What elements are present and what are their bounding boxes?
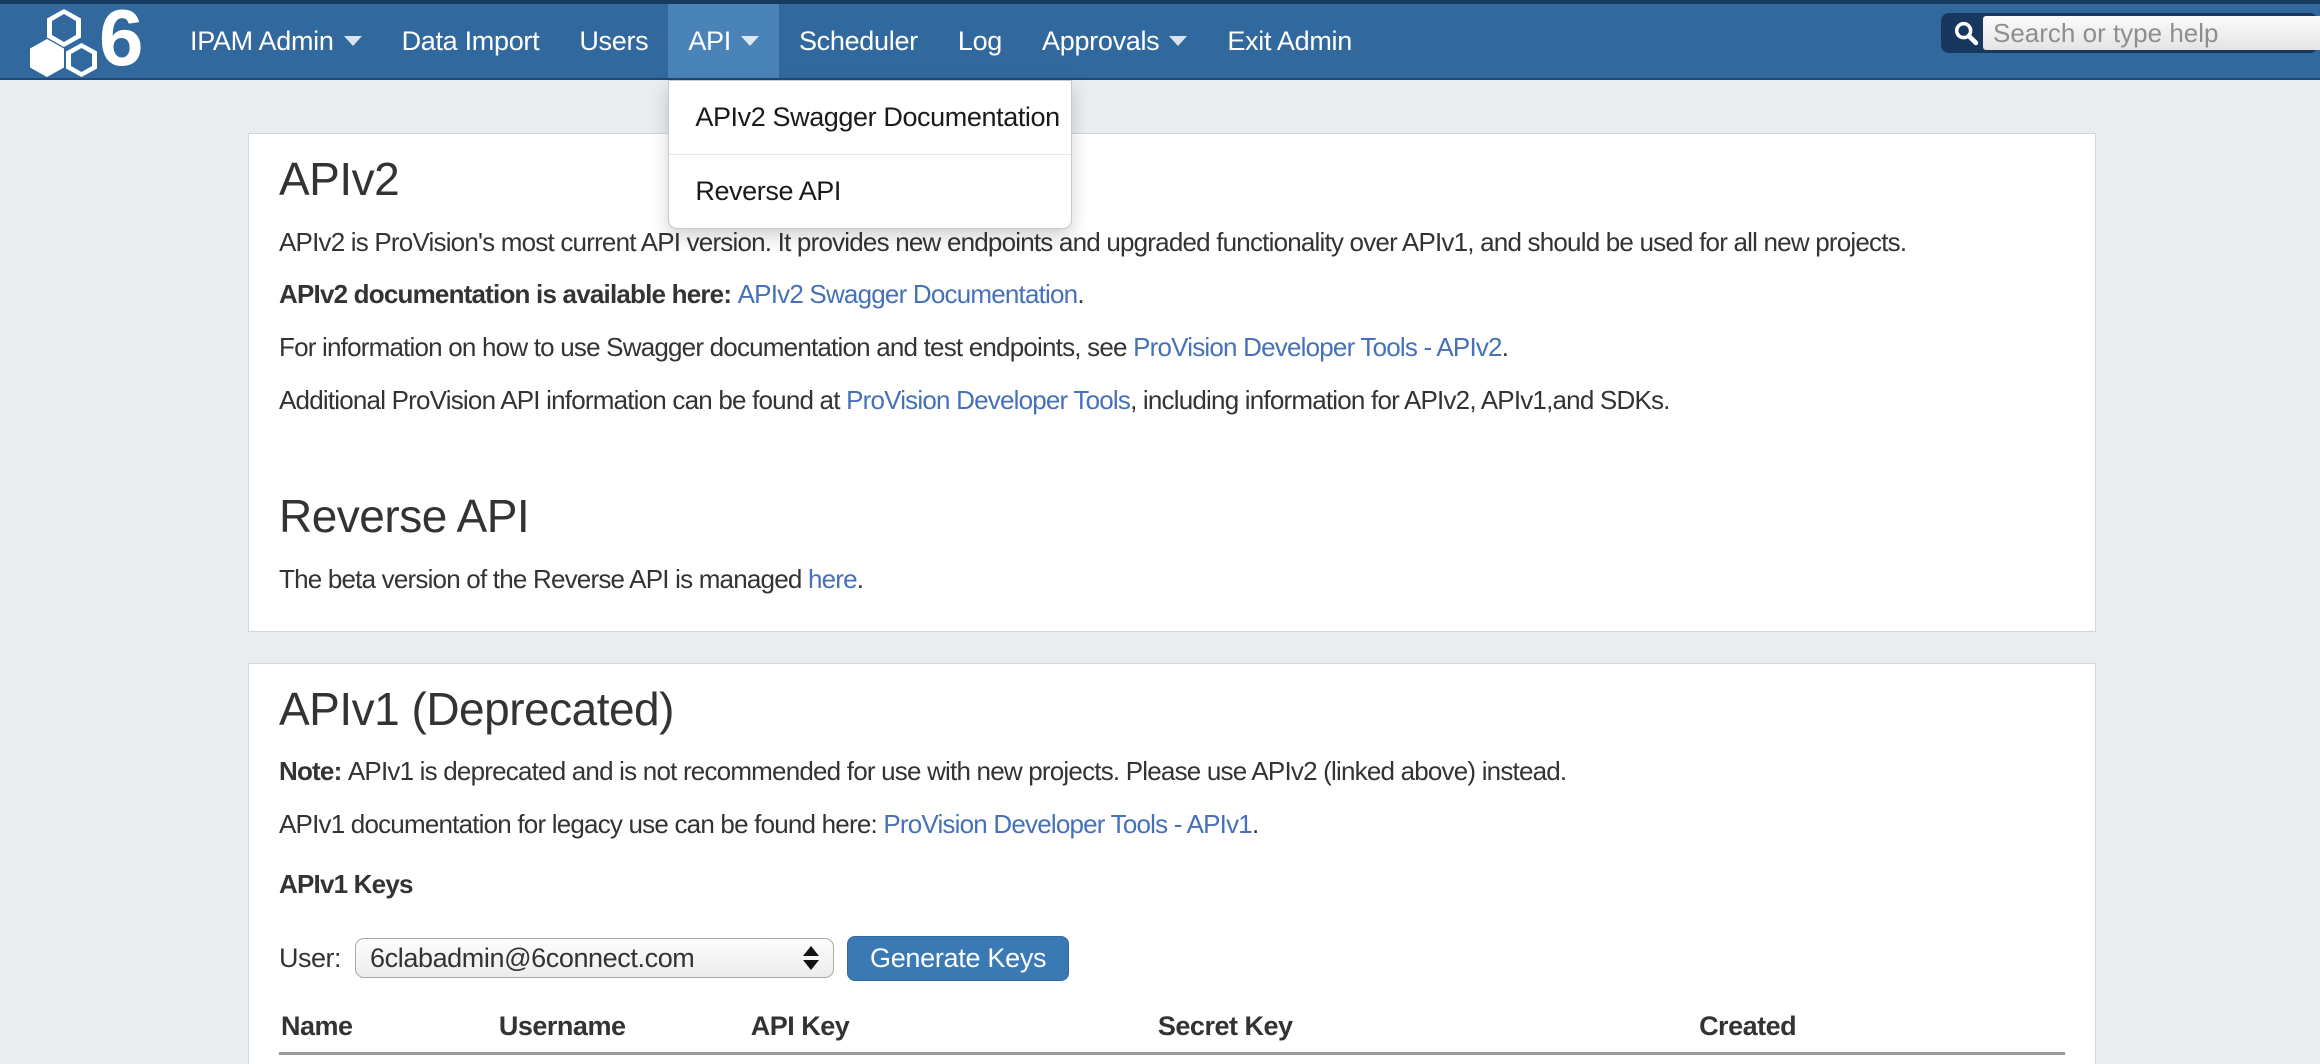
column-header-secret-key: Secret Key	[1156, 1011, 1697, 1054]
column-header-api-key: API Key	[749, 1011, 1156, 1054]
dropdown-item-apiv2-swagger[interactable]: APIv2 Swagger Documentation	[669, 81, 1071, 154]
developer-tools-apiv1-link[interactable]: ProVision Developer Tools - APIv1	[883, 809, 1252, 839]
text: .	[857, 564, 863, 594]
note-bold: Note:	[279, 756, 348, 786]
reverse-api-text: The beta version of the Reverse API is m…	[279, 565, 2065, 595]
apiv2-panel: APIv2 APIv2 is ProVision's most current …	[248, 133, 2096, 632]
nav-item-api[interactable]: API APIv2 Swagger Documentation Reverse …	[668, 4, 779, 78]
select-arrows-icon	[803, 946, 819, 970]
apiv1-note-text: Note: APIv1 is deprecated and is not rec…	[279, 757, 2065, 787]
nav-item-label: Scheduler	[799, 26, 918, 57]
apiv2-intro-text: APIv2 is ProVision's most current API ve…	[279, 228, 2065, 258]
developer-tools-apiv2-link[interactable]: ProVision Developer Tools - APIv2	[1133, 332, 1502, 362]
dropdown-item-reverse-api[interactable]: Reverse API	[669, 154, 1071, 228]
reverse-api-heading: Reverse API	[279, 491, 2065, 542]
search-bar	[1941, 13, 2318, 53]
logo-six-text: 6	[99, 0, 144, 78]
apiv2-doc-bold: APIv2 documentation is available here:	[279, 279, 738, 309]
nav-item-label: Approvals	[1042, 26, 1159, 57]
column-header-username: Username	[497, 1011, 749, 1054]
nav-item-data-import[interactable]: Data Import	[382, 4, 560, 78]
hexagon-outline-icon	[66, 43, 97, 77]
text: The beta version of the Reverse API is m…	[279, 564, 808, 594]
text: Additional ProVision API information can…	[279, 385, 846, 415]
text: APIv1 documentation for legacy use can b…	[279, 809, 883, 839]
nav-item-users[interactable]: Users	[559, 4, 668, 78]
nav-item-label: Log	[958, 26, 1002, 57]
api-dropdown-menu: APIv2 Swagger Documentation Reverse API	[668, 80, 1072, 229]
search-icon[interactable]	[1949, 19, 1983, 47]
apiv2-doc-text: APIv2 documentation is available here: A…	[279, 280, 2065, 310]
apiv1-heading: APIv1 (Deprecated)	[279, 684, 2065, 735]
caret-down-icon	[741, 36, 759, 46]
nav-item-scheduler[interactable]: Scheduler	[779, 4, 938, 78]
text: APIv1 is deprecated and is not recommend…	[348, 756, 1567, 786]
text: For information on how to use Swagger do…	[279, 332, 1133, 362]
generate-keys-form: User: 6clabadmin@6connect.com Generate K…	[279, 936, 2065, 981]
swagger-info-text: For information on how to use Swagger do…	[279, 333, 2065, 363]
user-select-value: 6clabadmin@6connect.com	[370, 943, 694, 974]
generate-keys-button[interactable]: Generate Keys	[847, 936, 1069, 981]
column-header-created: Created	[1697, 1011, 2065, 1054]
apiv2-heading: APIv2	[279, 154, 2065, 205]
api-keys-table: Name Username API Key Secret Key Created	[279, 1011, 2065, 1055]
apiv2-swagger-doc-link[interactable]: APIv2 Swagger Documentation	[738, 279, 1078, 309]
nav-item-ipam-admin[interactable]: IPAM Admin	[170, 4, 382, 78]
text: .	[1502, 332, 1508, 362]
additional-info-text: Additional ProVision API information can…	[279, 386, 2065, 416]
provision-logo[interactable]: 6	[0, 4, 170, 78]
nav-item-label: Users	[579, 26, 648, 57]
nav-item-log[interactable]: Log	[938, 4, 1022, 78]
apiv1-panel: APIv1 (Deprecated) Note: APIv1 is deprec…	[248, 663, 2096, 1064]
top-navbar: 6 IPAM Admin Data Import Users API APIv2…	[0, 0, 2320, 80]
apiv1-keys-heading: APIv1 Keys	[279, 870, 2065, 900]
user-label: User:	[279, 943, 341, 974]
nav-item-label: IPAM Admin	[190, 26, 334, 57]
search-input[interactable]	[1983, 16, 2320, 50]
caret-down-icon	[344, 36, 362, 46]
text: .	[1077, 279, 1083, 309]
apiv2-intro-span: APIv2 is ProVision's most current API ve…	[279, 227, 1906, 257]
nav-item-approvals[interactable]: Approvals	[1022, 4, 1207, 78]
developer-tools-link[interactable]: ProVision Developer Tools	[846, 385, 1130, 415]
reverse-api-here-link[interactable]: here	[808, 564, 857, 594]
hexagon-filled-icon	[30, 39, 64, 77]
caret-down-icon	[1169, 36, 1187, 46]
main-content: APIv2 APIv2 is ProVision's most current …	[248, 133, 2096, 1064]
text: .	[1252, 809, 1258, 839]
nav-item-label: API	[688, 26, 731, 57]
hexagon-outline-icon	[47, 9, 81, 47]
nav-item-label: Exit Admin	[1227, 26, 1352, 57]
column-header-name: Name	[279, 1011, 497, 1054]
apiv1-doc-text: APIv1 documentation for legacy use can b…	[279, 810, 2065, 840]
nav-menu: IPAM Admin Data Import Users API APIv2 S…	[170, 4, 1372, 78]
text: , including information for APIv2, APIv1…	[1130, 385, 1670, 415]
table-header-row: Name Username API Key Secret Key Created	[279, 1011, 2065, 1054]
user-select[interactable]: 6clabadmin@6connect.com	[355, 938, 834, 978]
nav-item-exit-admin[interactable]: Exit Admin	[1207, 4, 1372, 78]
nav-item-label: Data Import	[402, 26, 540, 57]
